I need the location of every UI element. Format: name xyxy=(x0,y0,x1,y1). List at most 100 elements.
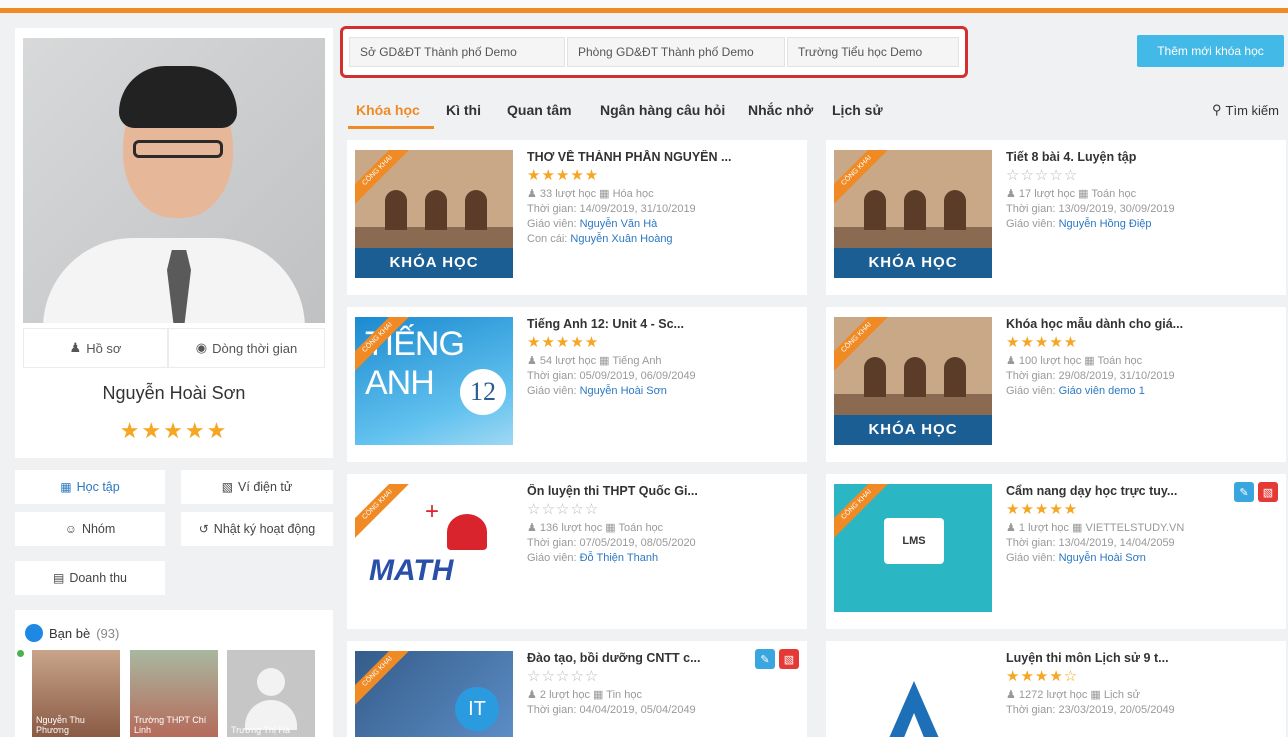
profile-tab-label: Hồ sơ xyxy=(86,340,122,356)
public-ribbon: CÔNG KHAI xyxy=(355,651,415,709)
course-card[interactable]: + MATH CÔNG KHAI Ôn luyện thi THPT Quốc … xyxy=(347,474,807,629)
history-icon: ↺ xyxy=(198,522,209,536)
menu-wallet[interactable]: ▧ Ví điện tử xyxy=(181,470,333,504)
friend-name: Nguyễn Thu Phương xyxy=(36,715,85,735)
tab-history[interactable]: Lịch sử xyxy=(832,102,883,118)
online-indicator xyxy=(17,650,24,657)
friend-name: Trường THPT Chí Linh xyxy=(134,715,207,735)
book-icon: ▦ xyxy=(1084,355,1098,367)
heart-symbol xyxy=(447,514,487,550)
course-child[interactable]: Nguyễn Xuân Hoàng xyxy=(570,233,672,245)
course-time: Thời gian: 14/09/2019, 31/10/2019 xyxy=(527,203,696,215)
friend-avatar[interactable]: Trường THPT Chí Linh xyxy=(130,650,218,737)
course-learns: 2 lượt học xyxy=(539,689,590,701)
course-subject: Toán học xyxy=(1097,355,1143,367)
course-rating: ★★★★☆ xyxy=(1006,668,1079,685)
course-title[interactable]: Luyện thi môn Lịch sử 9 t... xyxy=(1006,651,1276,665)
course-rating: ☆☆☆☆☆ xyxy=(527,501,600,518)
tab-courses[interactable]: Khóa học xyxy=(356,102,420,118)
course-subject: Lịch sử xyxy=(1103,689,1140,701)
course-card[interactable]: TIẾNG ANH 12 CÔNG KHAI Tiếng Anh 12: Uni… xyxy=(347,307,807,462)
menu-activity-log[interactable]: ↺ Nhật ký hoạt động xyxy=(181,512,333,546)
course-title[interactable]: Tiếng Anh 12: Unit 4 - Sc... xyxy=(527,317,797,331)
course-teacher[interactable]: Nguyễn Hồng Điệp xyxy=(1059,218,1152,230)
friends-icon xyxy=(25,624,43,642)
friend-avatar[interactable]: Nguyễn Thu Phương xyxy=(32,650,120,737)
thumbnail-caption: KHÓA HỌC xyxy=(834,248,992,278)
course-learns: 1272 lượt học xyxy=(1018,689,1088,701)
friend-avatar[interactable]: Trương Thị Hà xyxy=(227,650,315,737)
tab-question-bank[interactable]: Ngân hàng câu hỏi xyxy=(600,102,725,118)
user-icon: ♟ xyxy=(1006,355,1019,367)
search-button[interactable]: ⚲ Tìm kiếm xyxy=(1212,102,1279,118)
course-title[interactable]: Tiết 8 bài 4. Luyện tập xyxy=(1006,150,1276,164)
course-title[interactable]: Khóa học mẫu dành cho giá... xyxy=(1006,317,1276,331)
course-thumbnail: TIẾNG ANH 12 CÔNG KHAI xyxy=(355,317,513,445)
breadcrumb-item[interactable]: Trường Tiểu học Demo xyxy=(787,37,959,67)
active-tab-underline xyxy=(348,126,434,129)
add-course-button[interactable]: Thêm mới khóa học xyxy=(1137,35,1284,67)
course-subject: Tiếng Anh xyxy=(612,355,662,367)
course-time: Thời gian: 05/09/2019, 06/09/2049 xyxy=(527,370,696,382)
course-card[interactable]: IT CÔNG KHAI Đào tạo, bồi dưỡng CNTT c..… xyxy=(347,641,807,737)
thumbnail-caption: IT xyxy=(455,687,499,731)
course-title[interactable]: THƠ VỀ THÀNH PHẦN NGUYÊN ... xyxy=(527,150,797,164)
course-card[interactable]: LMS CÔNG KHAI Cẩm nang dạy học trực tuy.… xyxy=(826,474,1286,629)
edit-course-button[interactable]: ✎ xyxy=(755,649,775,669)
tab-interests[interactable]: Quan tâm xyxy=(507,102,572,118)
search-icon: ⚲ xyxy=(1212,102,1222,117)
menu-revenue[interactable]: ▤ Doanh thu xyxy=(15,561,165,595)
course-card[interactable]: KHÓA HỌC CÔNG KHAI Tiết 8 bài 4. Luyện t… xyxy=(826,140,1286,295)
course-teacher[interactable]: Nguyễn Hoài Sơn xyxy=(1059,552,1146,564)
course-teacher[interactable]: Đỗ Thiện Thanh xyxy=(580,552,658,564)
thumbnail-caption: MATH xyxy=(369,554,454,587)
breadcrumb-item[interactable]: Phòng GD&ĐT Thành phố Demo xyxy=(567,37,785,67)
course-card[interactable]: Luyện thi môn Lịch sử 9 t... ★★★★☆ ♟ 127… xyxy=(826,641,1286,737)
friends-header[interactable]: Bạn bè (93) xyxy=(25,624,119,642)
course-card[interactable]: KHÓA HỌC CÔNG KHAI Khóa học mẫu dành cho… xyxy=(826,307,1286,462)
course-time: Thời gian: 04/04/2019, 05/04/2049 xyxy=(527,704,696,716)
public-ribbon: CÔNG KHAI xyxy=(355,484,415,542)
delete-course-button[interactable]: ▧ xyxy=(779,649,799,669)
course-learns: 100 lượt học xyxy=(1018,355,1082,367)
course-teacher[interactable]: Nguyễn Hoài Sơn xyxy=(580,385,667,397)
menu-study[interactable]: ▦ Học tập xyxy=(15,470,165,504)
timeline-tab[interactable]: ◉ Dòng thời gian xyxy=(168,328,325,368)
friends-count: (93) xyxy=(96,625,120,641)
user-icon: ♟ xyxy=(527,522,540,534)
book-icon: ▦ xyxy=(1090,689,1104,701)
breadcrumb: Sở GD&ĐT Thành phố Demo Phòng GD&ĐT Thàn… xyxy=(340,26,968,78)
book-icon: ▦ xyxy=(599,355,613,367)
book-icon: ▦ xyxy=(1078,188,1092,200)
course-subject: Tin học xyxy=(606,689,642,701)
course-thumbnail: KHÓA HỌC CÔNG KHAI xyxy=(834,150,992,278)
teacher-label: Giáo viên: xyxy=(1006,385,1059,397)
tab-reminders[interactable]: Nhắc nhở xyxy=(748,102,813,118)
menu-study-label: Học tập xyxy=(76,480,120,494)
breadcrumb-item[interactable]: Sở GD&ĐT Thành phố Demo xyxy=(349,37,565,67)
delete-course-button[interactable]: ▧ xyxy=(1258,482,1278,502)
user-icon: ♟ xyxy=(1006,188,1019,200)
menu-group[interactable]: ☺ Nhóm xyxy=(15,512,165,546)
tab-exams[interactable]: Kì thi xyxy=(446,102,481,118)
profile-photo[interactable] xyxy=(23,38,325,323)
user-icon: ♟ xyxy=(1006,689,1019,701)
course-card[interactable]: KHÓA HỌC CÔNG KHAI THƠ VỀ THÀNH PHẦN NGU… xyxy=(347,140,807,295)
course-learns: 1 lượt học xyxy=(1018,522,1069,534)
course-thumbnail: KHÓA HỌC CÔNG KHAI xyxy=(834,317,992,445)
user-icon: ♟ xyxy=(1006,522,1019,534)
course-teacher[interactable]: Nguyễn Văn Hà xyxy=(580,218,658,230)
wallet-icon: ▧ xyxy=(221,480,234,494)
thumbnail-caption: KHÓA HỌC xyxy=(355,248,513,278)
course-thumbnail: LMS CÔNG KHAI xyxy=(834,484,992,612)
user-icon: ♟ xyxy=(527,188,540,200)
course-subject: Toán học xyxy=(618,522,664,534)
pencil-icon: ✎ xyxy=(1239,486,1249,499)
course-title[interactable]: Ôn luyện thi THPT Quốc Gi... xyxy=(527,484,797,498)
card-icon: ▤ xyxy=(52,571,65,585)
profile-tab[interactable]: ♟ Hồ sơ xyxy=(23,328,168,368)
course-time: Thời gian: 29/08/2019, 31/10/2019 xyxy=(1006,370,1175,382)
course-time: Thời gian: 07/05/2019, 08/05/2020 xyxy=(527,537,696,549)
edit-course-button[interactable]: ✎ xyxy=(1234,482,1254,502)
course-teacher[interactable]: Giáo viên demo 1 xyxy=(1059,385,1145,397)
